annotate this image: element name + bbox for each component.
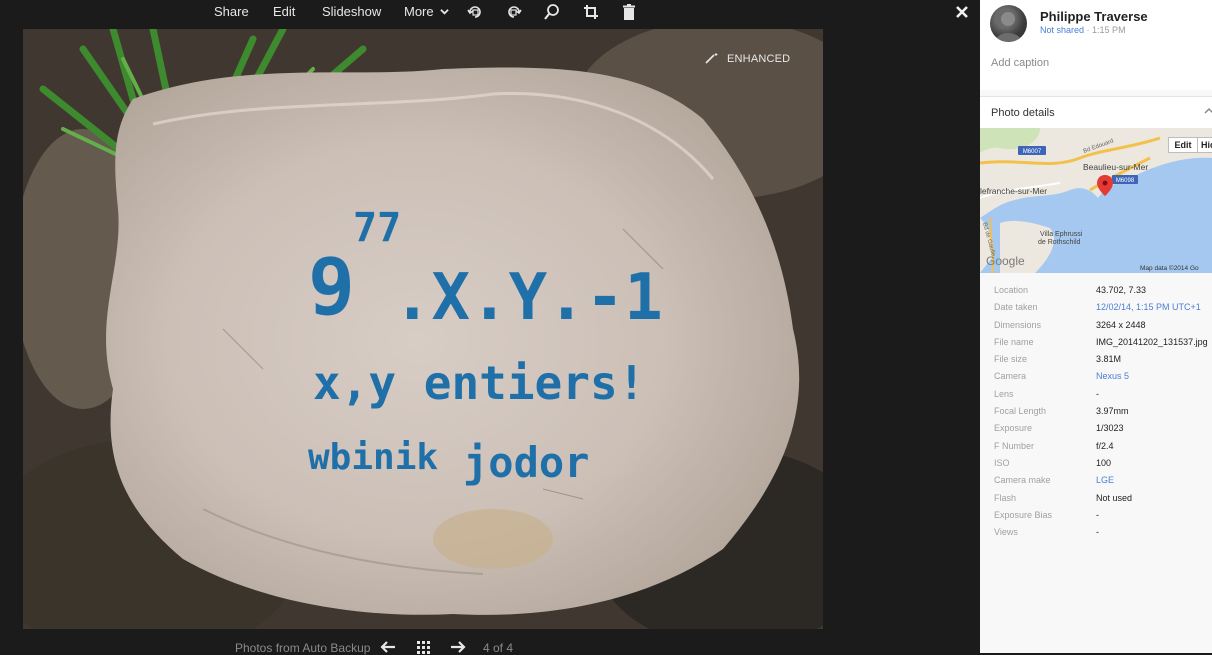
property-value: Not used — [1096, 492, 1133, 503]
more-menu-button[interactable]: More — [404, 4, 449, 19]
viewer-toolbar: Share Edit Slideshow More — [0, 0, 980, 24]
caption-field[interactable]: Add caption — [980, 46, 1212, 90]
crop-icon[interactable] — [582, 3, 600, 21]
property-value: 3.97mm — [1096, 406, 1129, 417]
share-status: Not shared · 1:15 PM — [1040, 25, 1126, 35]
property-value: 3.81M — [1096, 354, 1122, 365]
property-key: F Number — [994, 440, 1035, 451]
property-row: ISO 100 — [980, 458, 1212, 475]
property-row: Dimensions 3264 x 2448 — [980, 320, 1212, 337]
property-row: File name IMG_20141202_131537.jpg — [980, 337, 1212, 354]
property-key: Exposure — [994, 423, 1033, 434]
photo-image: 9 .X.Y.-1 77 x,y entiers! wbinik jodor — [23, 29, 823, 629]
property-row: Camera Nexus 5 — [980, 371, 1212, 388]
graffiti-line-1: 9 — [308, 243, 355, 333]
svg-text:M6007: M6007 — [1023, 149, 1042, 155]
property-key: Camera — [994, 371, 1027, 382]
property-value: 1/3023 — [1096, 423, 1124, 434]
property-row: Date taken 12/02/14, 1:15 PM UTC+1 — [980, 302, 1212, 319]
info-panel: Philippe Traverse Not shared · 1:15 PM A… — [980, 0, 1212, 653]
map-hide-button[interactable]: Hic — [1197, 137, 1212, 153]
close-icon[interactable] — [953, 3, 971, 21]
property-key: File name — [994, 336, 1034, 347]
property-row: Flash Not used — [980, 493, 1212, 510]
owner-header: Philippe Traverse Not shared · 1:15 PM — [980, 0, 1212, 46]
arrow-right-icon[interactable] — [449, 640, 467, 654]
grid-icon[interactable] — [414, 640, 432, 654]
property-key: Flash — [994, 492, 1017, 503]
arrow-left-icon[interactable] — [379, 640, 397, 654]
property-value: IMG_20141202_131537.jpg — [1096, 336, 1208, 347]
property-row: Focal Length 3.97mm — [980, 406, 1212, 423]
enhanced-badge: ENHANCED — [705, 52, 790, 66]
rotate-left-icon[interactable] — [466, 3, 484, 21]
share-button[interactable]: Share — [214, 4, 249, 19]
property-value: - — [1096, 388, 1099, 399]
property-row: Exposure Bias - — [980, 510, 1212, 527]
photo-details-header[interactable]: Photo details — [980, 96, 1212, 129]
svg-text:Map data ©2014 Go: Map data ©2014 Go — [1140, 264, 1199, 272]
svg-text:jodor: jodor — [463, 438, 589, 487]
property-key: Exposure Bias — [994, 509, 1053, 520]
owner-name[interactable]: Philippe Traverse — [1040, 9, 1148, 24]
zoom-icon[interactable] — [543, 3, 561, 21]
property-row: Camera make LGE — [980, 475, 1212, 492]
svg-text:lefranche-sur-Mer: lefranche-sur-Mer — [980, 186, 1047, 196]
chevron-up-icon — [1204, 107, 1212, 114]
photo-viewer: Share Edit Slideshow More 9 .X.Y.-1 77 x… — [0, 0, 980, 655]
property-key: Camera make — [994, 475, 1051, 486]
property-key: Dimensions — [994, 319, 1042, 330]
svg-text:x,y entiers!: x,y entiers! — [313, 356, 645, 410]
property-key: ISO — [994, 457, 1010, 468]
property-value[interactable]: 12/02/14, 1:15 PM UTC+1 — [1096, 302, 1201, 312]
more-label: More — [404, 4, 434, 19]
property-row: Location 43.702, 7.33 — [980, 285, 1212, 302]
property-key: Focal Length — [994, 406, 1047, 417]
svg-text:de Rothschild: de Rothschild — [1038, 239, 1081, 246]
property-value: - — [1096, 527, 1099, 538]
rotate-right-icon[interactable] — [505, 3, 523, 21]
property-row: Exposure 1/3023 — [980, 423, 1212, 440]
viewer-footer: Photos from Auto Backup 4 of 4 — [0, 640, 980, 655]
slideshow-button[interactable]: Slideshow — [322, 4, 381, 19]
svg-text:77: 77 — [353, 205, 401, 251]
svg-text:.X.Y.-1: .X.Y.-1 — [393, 261, 663, 335]
magic-wand-icon — [705, 52, 719, 64]
property-key: Location — [994, 285, 1029, 295]
map-edit-button[interactable]: Edit — [1168, 137, 1198, 153]
property-value: - — [1096, 509, 1099, 520]
enhanced-label: ENHANCED — [727, 53, 791, 65]
svg-text:Villa Ephrussi: Villa Ephrussi — [1040, 231, 1083, 238]
avatar[interactable] — [990, 5, 1027, 42]
property-value[interactable]: Nexus 5 — [1096, 371, 1129, 381]
property-key: File size — [994, 354, 1028, 365]
svg-text:Google: Google — [986, 254, 1025, 268]
property-value: 3264 x 2448 — [1096, 319, 1146, 330]
property-value: f/2.4 — [1096, 440, 1114, 451]
property-value: 43.702, 7.33 — [1096, 285, 1147, 295]
upload-time: · 1:15 PM — [1086, 25, 1126, 35]
chevron-down-icon — [440, 4, 449, 15]
property-row: Lens - — [980, 389, 1212, 406]
property-row: Views - — [980, 527, 1212, 544]
stone-graffiti-photo: 9 .X.Y.-1 77 x,y entiers! wbinik jodor — [23, 29, 823, 629]
property-key: Date taken — [994, 302, 1038, 313]
property-key: Views — [994, 527, 1018, 538]
property-value: 100 — [1096, 457, 1112, 468]
property-value[interactable]: LGE — [1096, 475, 1114, 485]
svg-text:Beaulieu-sur-Mer: Beaulieu-sur-Mer — [1083, 162, 1148, 172]
property-row: File size 3.81M — [980, 354, 1212, 371]
property-row: F Number f/2.4 — [980, 441, 1212, 458]
svg-text:M6098: M6098 — [1116, 178, 1135, 184]
location-map[interactable]: M6007 M6098 Bd Edouard Beaulieu-sur-Mer … — [980, 128, 1212, 273]
property-key: Lens — [994, 388, 1014, 399]
photo-properties: Location 43.702, 7.33 Date taken 12/02/14, … — [980, 285, 1212, 544]
trash-icon[interactable] — [620, 3, 638, 21]
svg-text:wbinik: wbinik — [308, 437, 438, 478]
edit-button[interactable]: Edit — [273, 4, 295, 19]
caption-placeholder: Add caption — [991, 57, 1050, 69]
photo-details-title: Photo details — [991, 107, 1055, 119]
shared-status-link[interactable]: Not shared — [1040, 25, 1084, 35]
